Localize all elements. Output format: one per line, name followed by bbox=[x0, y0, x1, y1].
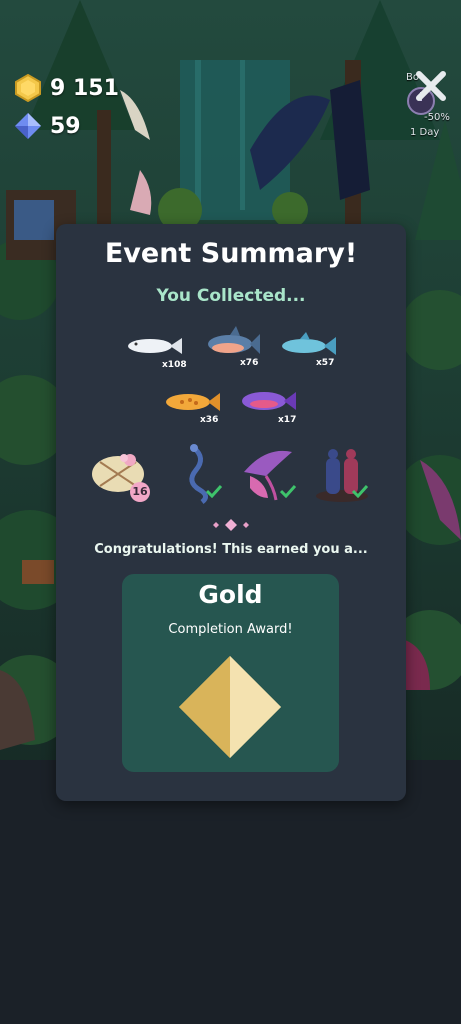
blue-gem-icon bbox=[15, 113, 41, 139]
fish-qty: x76 bbox=[240, 358, 259, 368]
blue-fish-icon bbox=[282, 332, 336, 355]
award-label: Completion Award! bbox=[168, 622, 293, 637]
panel-subtitle: You Collected... bbox=[156, 286, 306, 306]
egg-count-badge: 16 bbox=[130, 482, 150, 502]
gold-coin-icon bbox=[15, 74, 41, 102]
award-card: Gold Completion Award! bbox=[122, 574, 339, 772]
award-tier: Gold bbox=[198, 580, 263, 609]
close-icon[interactable] bbox=[413, 68, 449, 104]
fish-qty: x36 bbox=[200, 415, 219, 425]
gold-diamond-icon bbox=[179, 656, 281, 758]
check-icon bbox=[280, 484, 296, 498]
event-summary-panel: Event Summary! You Collected... x108 x76… bbox=[56, 224, 406, 801]
yellow-fish-icon bbox=[166, 393, 220, 411]
white-fish-icon bbox=[128, 338, 182, 354]
gems-counter: 59 bbox=[14, 112, 81, 140]
check-icon bbox=[352, 484, 368, 498]
gems-value: 59 bbox=[50, 113, 81, 139]
panel-title: Event Summary! bbox=[104, 238, 358, 269]
congratulations-text: Congratulations! This earned you a... bbox=[94, 542, 368, 557]
coins-value: 9 151 bbox=[50, 75, 119, 101]
purple-fish-icon bbox=[242, 392, 296, 410]
shark-fish-icon bbox=[208, 326, 260, 354]
divider-diamonds bbox=[213, 519, 249, 531]
fish-qty: x108 bbox=[162, 360, 187, 370]
boost-percent: -50% bbox=[424, 112, 450, 123]
coins-counter: 9 151 bbox=[14, 74, 119, 102]
fish-qty: x17 bbox=[278, 415, 297, 425]
fish-qty: x57 bbox=[316, 358, 335, 368]
boost-duration: 1 Day bbox=[410, 127, 440, 138]
check-icon bbox=[206, 484, 222, 498]
